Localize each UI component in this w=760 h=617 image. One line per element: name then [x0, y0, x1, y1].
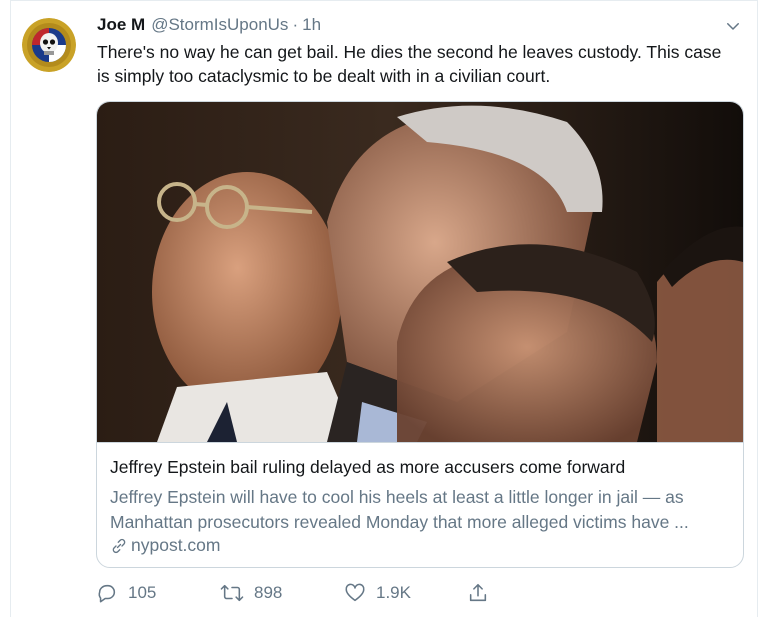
retweet-button[interactable]: 898 — [220, 582, 282, 604]
link-icon — [112, 538, 126, 553]
like-button[interactable]: 1.9K — [344, 582, 411, 604]
share-button[interactable] — [467, 582, 489, 604]
share-icon — [469, 583, 487, 602]
reply-button[interactable]: 105 — [96, 582, 156, 604]
chevron-down-icon[interactable] — [724, 17, 742, 35]
divider — [10, 0, 758, 1]
card-domain-label: nypost.com — [131, 535, 221, 555]
link-card[interactable]: Jeffrey Epstein bail ruling delayed as m… — [96, 101, 744, 568]
reply-count: 105 — [128, 583, 157, 602]
heart-icon — [345, 583, 365, 602]
tweet-header: Joe M @StormIsUponUs · 1h — [97, 14, 321, 36]
card-domain[interactable]: nypost.com — [110, 535, 220, 556]
retweet-count: 898 — [254, 583, 283, 602]
display-name[interactable]: Joe M — [97, 15, 145, 35]
user-handle[interactable]: @StormIsUponUs — [151, 15, 288, 35]
news-photo — [97, 102, 743, 442]
tweet-actions: 105 898 1.9K — [96, 582, 736, 606]
tweet-timestamp[interactable]: 1h — [302, 15, 321, 35]
skull-emblem-avatar-icon — [22, 18, 76, 72]
reply-icon — [98, 584, 116, 603]
card-body: Jeffrey Epstein bail ruling delayed as m… — [97, 442, 743, 567]
retweet-icon — [220, 584, 244, 602]
like-count: 1.9K — [376, 583, 411, 602]
card-title[interactable]: Jeffrey Epstein bail ruling delayed as m… — [110, 457, 625, 478]
avatar[interactable] — [22, 18, 76, 72]
separator-dot: · — [292, 15, 299, 34]
card-description: Jeffrey Epstein will have to cool his he… — [110, 487, 689, 532]
tweet-text: There's no way he can get bail. He dies … — [97, 42, 722, 86]
